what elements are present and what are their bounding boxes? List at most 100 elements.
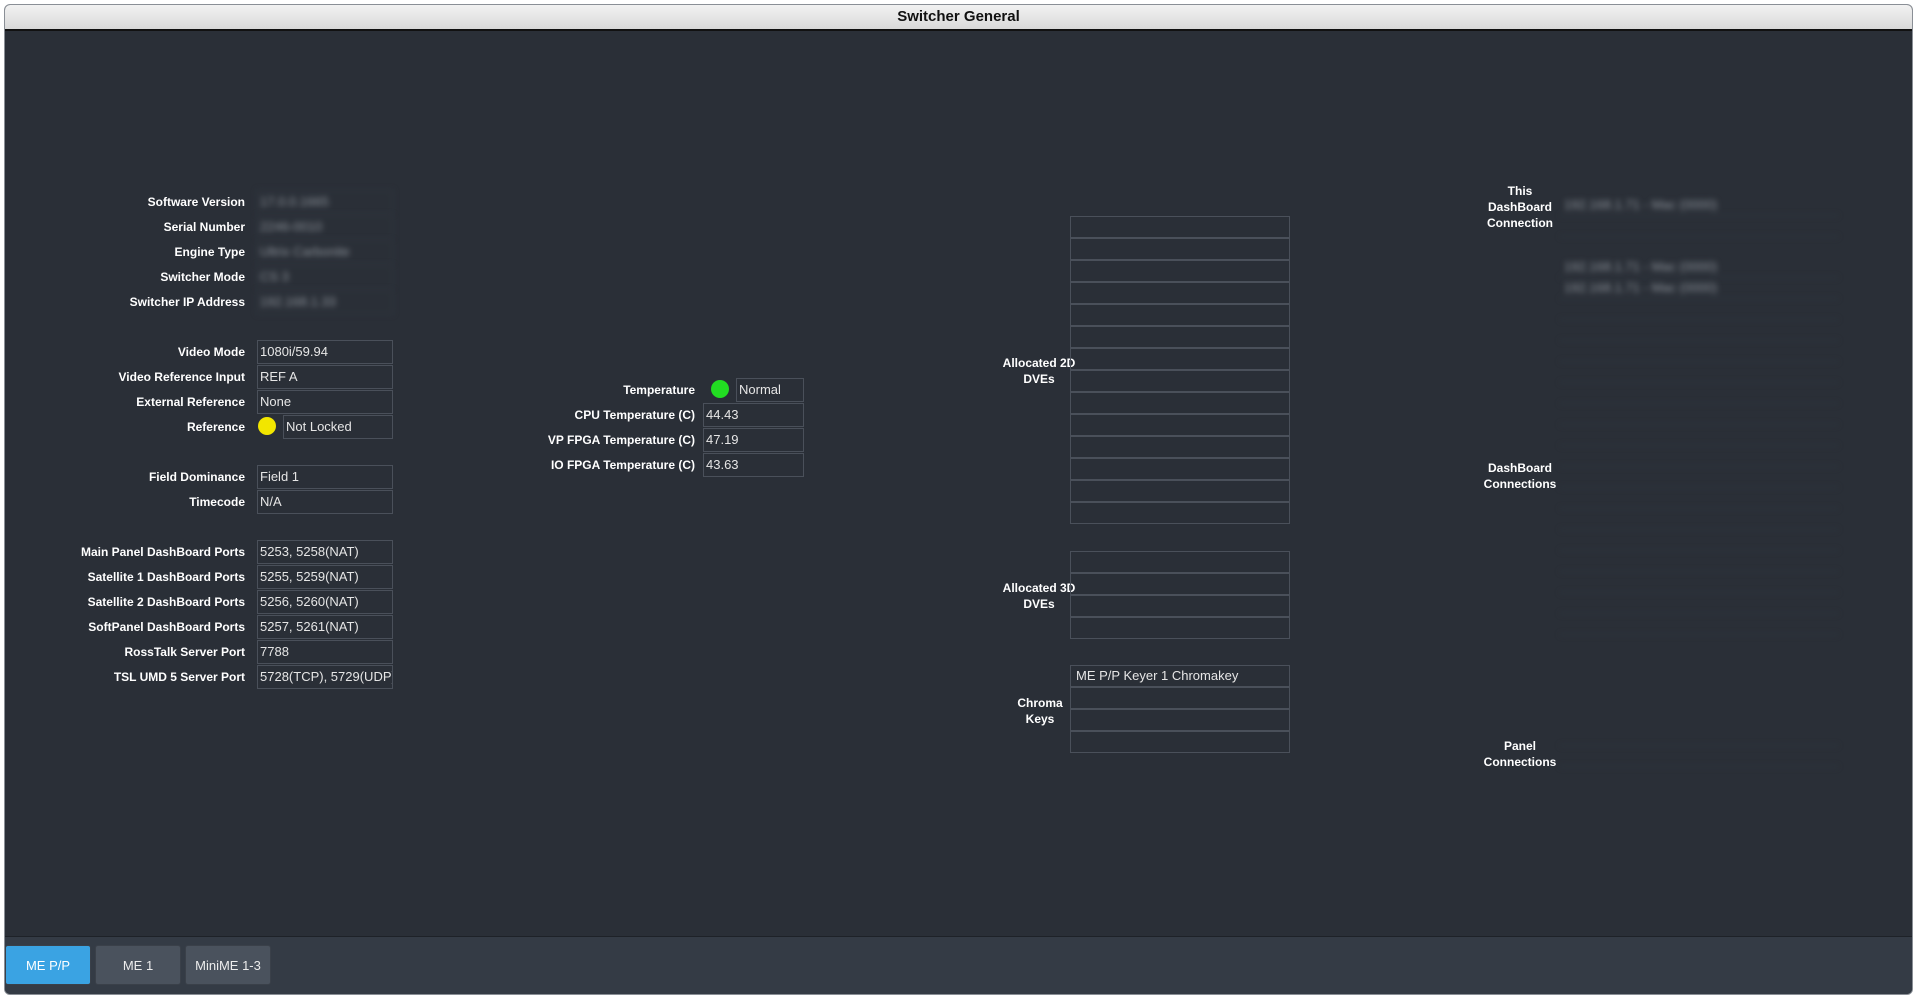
chroma-keys-label: Chroma Keys: [1017, 696, 1063, 726]
switcher-mode-label: Switcher Mode: [160, 270, 245, 284]
list-item[interactable]: [1560, 746, 1838, 767]
tab-me-pp[interactable]: ME P/P: [5, 945, 91, 985]
video-mode-value: 1080i/59.94: [257, 340, 393, 364]
list-item[interactable]: [1070, 304, 1290, 326]
external-reference-value: None: [257, 390, 393, 414]
list-item: [1560, 216, 1838, 237]
softpanel-ports-value: 5257, 5261(NAT): [257, 615, 393, 639]
this-dashboard-connection-label: This DashBoard Connection: [1487, 184, 1553, 230]
list-item[interactable]: [1560, 446, 1838, 467]
vp-fpga-temp-value: 47.19: [703, 428, 804, 452]
temperature-value: Normal: [736, 378, 804, 402]
tab-minime-1-3[interactable]: MiniME 1-3: [185, 945, 271, 985]
satellite-2-ports-value: 5256, 5260(NAT): [257, 590, 393, 614]
video-reference-input-label: Video Reference Input: [118, 370, 245, 384]
temperature-label: Temperature: [623, 383, 695, 397]
list-item[interactable]: [1070, 326, 1290, 348]
list-item[interactable]: [1560, 425, 1838, 446]
list-item[interactable]: [1070, 480, 1290, 502]
list-item[interactable]: [1070, 551, 1290, 573]
engine-type-label: Engine Type: [174, 245, 245, 259]
tab-me-1[interactable]: ME 1: [95, 945, 181, 985]
allocated-2d-dves-label: Allocated 2D DVEs: [1002, 356, 1076, 386]
list-item[interactable]: [1560, 299, 1838, 320]
list-item[interactable]: [1560, 509, 1838, 530]
cpu-temp-label: CPU Temperature (C): [574, 408, 695, 422]
allocated-2d-dves-list[interactable]: [1070, 216, 1290, 524]
software-version-value: 17.0.0.1665: [257, 190, 393, 214]
list-item[interactable]: [1560, 614, 1838, 635]
list-item[interactable]: [1070, 370, 1290, 392]
list-item[interactable]: [1560, 383, 1838, 404]
list-item[interactable]: ME P/P Keyer 1 Chromakey: [1070, 665, 1290, 687]
software-version-label: Software Version: [147, 195, 245, 209]
list-item[interactable]: [1070, 458, 1290, 480]
satellite-1-ports-value: 5255, 5259(NAT): [257, 565, 393, 589]
allocated-3d-dves-list[interactable]: [1070, 551, 1290, 639]
panel-connections-list[interactable]: [1560, 725, 1838, 767]
main-panel-ports-label: Main Panel DashBoard Ports: [80, 545, 245, 559]
list-item[interactable]: 192.168.1.71 - Mac (0000): [1560, 278, 1838, 299]
serial-number-label: Serial Number: [163, 220, 245, 234]
rosstalk-port-label: RossTalk Server Port: [124, 645, 246, 659]
list-item[interactable]: [1070, 709, 1290, 731]
list-item[interactable]: [1070, 573, 1290, 595]
list-item[interactable]: [1560, 404, 1838, 425]
list-item[interactable]: [1070, 392, 1290, 414]
list-item[interactable]: 192.168.1.71 - Mac (0000): [1560, 257, 1838, 278]
video-mode-label: Video Mode: [177, 345, 245, 359]
dashboard-connections-list[interactable]: 192.168.1.71 - Mac (0000) 192.168.1.71 -…: [1560, 257, 1838, 635]
field-dominance-value: Field 1: [257, 465, 393, 489]
tsl-umd-port-label: TSL UMD 5 Server Port: [113, 670, 245, 684]
allocated-3d-dves-label: Allocated 3D DVEs: [1002, 581, 1076, 611]
list-item[interactable]: [1070, 216, 1290, 238]
rosstalk-port-value: 7788: [257, 640, 393, 664]
reference-value: Not Locked: [283, 415, 393, 439]
serial-number-value: 2246-0010: [257, 215, 393, 239]
engine-type-value: Ultrix Carbonite: [257, 240, 393, 264]
vp-fpga-temp-label: VP FPGA Temperature (C): [547, 433, 695, 447]
reference-label: Reference: [186, 420, 245, 434]
tsl-umd-port-value: 5728(TCP), 5729(UDP): [257, 665, 393, 689]
list-item[interactable]: [1560, 530, 1838, 551]
list-item[interactable]: [1070, 687, 1290, 709]
switcher-general-window: Switcher General Software Version 17.0.0…: [4, 4, 1913, 995]
panel-connections-label: Panel Connections: [1483, 739, 1557, 769]
chroma-keys-list[interactable]: ME P/P Keyer 1 Chromakey: [1070, 665, 1290, 753]
timecode-label: Timecode: [189, 495, 245, 509]
list-item[interactable]: [1070, 260, 1290, 282]
list-item[interactable]: [1070, 282, 1290, 304]
list-item[interactable]: [1560, 725, 1838, 746]
window-title: Switcher General: [5, 5, 1912, 31]
list-item[interactable]: [1560, 467, 1838, 488]
list-item[interactable]: [1070, 238, 1290, 260]
list-item[interactable]: [1070, 348, 1290, 370]
list-item[interactable]: [1070, 595, 1290, 617]
video-reference-input-value: REF A: [257, 365, 393, 389]
satellite-2-ports-label: Satellite 2 DashBoard Ports: [87, 595, 245, 609]
softpanel-ports-label: SoftPanel DashBoard Ports: [88, 620, 245, 634]
list-item[interactable]: [1560, 572, 1838, 593]
this-dashboard-connection-list: 192.168.1.71 - Mac (0000): [1560, 195, 1838, 237]
list-item[interactable]: [1560, 362, 1838, 383]
switcher-ip-label: Switcher IP Address: [129, 295, 245, 309]
field-dominance-label: Field Dominance: [148, 470, 245, 484]
list-item[interactable]: [1070, 502, 1290, 524]
list-item[interactable]: [1070, 731, 1290, 753]
io-fpga-temp-value: 43.63: [703, 453, 804, 477]
io-fpga-temp-label: IO FPGA Temperature (C): [550, 458, 695, 472]
list-item[interactable]: [1070, 414, 1290, 436]
dashboard-connections-label: DashBoard Connections: [1483, 461, 1557, 491]
list-item[interactable]: [1560, 341, 1838, 362]
timecode-value: N/A: [257, 490, 393, 514]
list-item[interactable]: [1070, 436, 1290, 458]
switcher-mode-value: CS 3: [257, 265, 393, 289]
list-item[interactable]: [1560, 320, 1838, 341]
main-panel-ports-value: 5253, 5258(NAT): [257, 540, 393, 564]
list-item[interactable]: [1560, 551, 1838, 572]
switcher-ip-value: 192.168.1.33: [257, 290, 393, 314]
list-item[interactable]: [1070, 617, 1290, 639]
list-item[interactable]: [1560, 593, 1838, 614]
list-item[interactable]: [1560, 488, 1838, 509]
external-reference-label: External Reference: [136, 395, 245, 409]
